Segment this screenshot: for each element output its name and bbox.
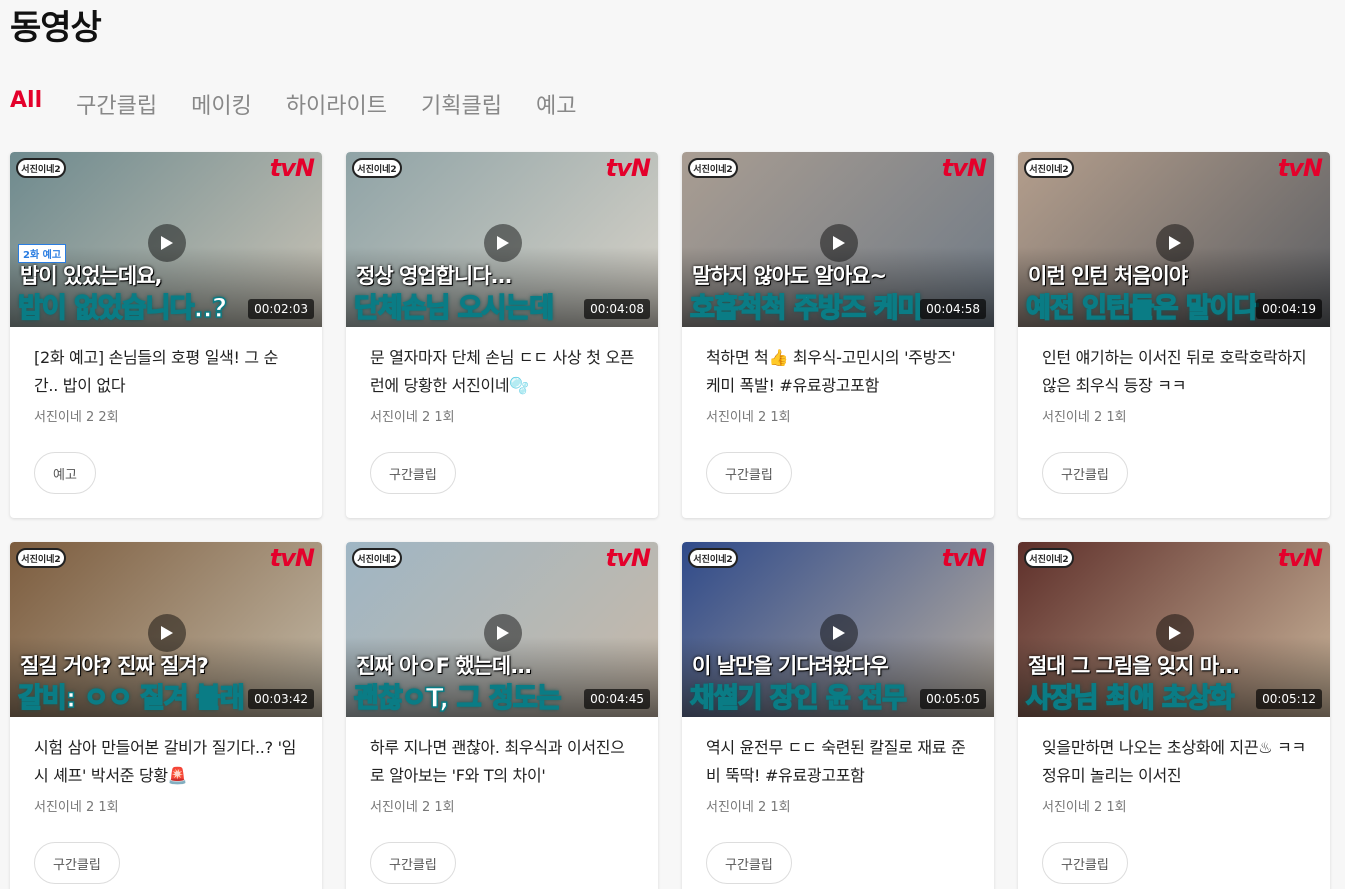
caption-line-2: 호흡척척 주방즈 케미 [689, 292, 923, 325]
tab-4[interactable]: 기획클립 [421, 88, 502, 120]
play-icon [833, 236, 845, 250]
show-logo: 서진이네2 [1024, 158, 1074, 178]
video-duration: 00:04:58 [920, 299, 986, 319]
video-grid: 서진이네2 tvN 2화 예고 밥이 있었는데요, 밥이 없었습니다..? 00… [10, 152, 1330, 889]
caption-line-2: 단체손님 오시는데 [353, 292, 555, 325]
caption-line-2: 괜찮ㅇT, 그 정도는 [353, 682, 562, 715]
video-episode: 서진이네 2 1회 [370, 410, 455, 425]
play-button[interactable] [484, 614, 522, 652]
video-duration: 00:03:42 [248, 689, 314, 709]
page-title: 동영상 [10, 8, 102, 48]
video-title[interactable]: 잊을만하면 나오는 초상화에 지끈♨ ㅋㅋ 정유미 놀리는 이서진 [1042, 734, 1310, 790]
caption-line-2: 예전 인턴들은 말이다 [1025, 292, 1259, 325]
tvn-logo: tvN [941, 154, 987, 182]
video-thumbnail[interactable]: 서진이네2 tvN 절대 그 그림을 잊지 마... 사장님 최애 초상화 00… [1018, 542, 1330, 717]
play-button[interactable] [820, 224, 858, 262]
video-title[interactable]: 역시 윤전무 ㄷㄷ 숙련된 칼질로 재료 준비 뚝딱! #유료광고포함 [706, 734, 974, 790]
video-episode: 서진이네 2 1회 [370, 800, 455, 815]
video-page: 동영상 All 구간클립 메이킹 하이라이트 기획클립 예고 서진이네2 tvN 2화 예… [0, 0, 1345, 889]
video-thumbnail[interactable]: 서진이네2 tvN 말하지 않아도 알아요~ 호흡척척 주방즈 케미 00:04… [682, 152, 994, 327]
video-episode: 서진이네 2 1회 [706, 800, 791, 815]
video-card[interactable]: 서진이네2 tvN 진짜 아ㅇF 했는데... 괜찮ㅇT, 그 정도는 00:0… [346, 542, 658, 889]
play-button[interactable] [1156, 224, 1194, 262]
category-chip[interactable]: 구간클립 [706, 452, 792, 494]
category-chip[interactable]: 구간클립 [1042, 842, 1128, 884]
category-tabs: All 구간클립 메이킹 하이라이트 기획클립 예고 [10, 88, 610, 120]
video-episode: 서진이네 2 2회 [34, 410, 119, 425]
video-card[interactable]: 서진이네2 tvN 이런 인턴 처음이야 예전 인턴들은 말이다 00:04:1… [1018, 152, 1330, 518]
show-logo: 서진이네2 [352, 158, 402, 178]
tvn-logo: tvN [941, 544, 987, 572]
caption-line-2: 사장님 최애 초상화 [1025, 682, 1235, 715]
play-icon [161, 626, 173, 640]
video-title[interactable]: 하루 지나면 괜찮아. 최우식과 이서진으로 알아보는 'F와 T의 차이' [370, 734, 638, 790]
video-episode: 서진이네 2 1회 [706, 410, 791, 425]
video-thumbnail[interactable]: 서진이네2 tvN 2화 예고 밥이 있었는데요, 밥이 없었습니다..? 00… [10, 152, 322, 327]
category-chip[interactable]: 구간클립 [1042, 452, 1128, 494]
show-logo: 서진이네2 [688, 548, 738, 568]
video-duration: 00:02:03 [248, 299, 314, 319]
tvn-logo: tvN [1277, 544, 1323, 572]
play-button[interactable] [148, 224, 186, 262]
video-duration: 00:04:08 [584, 299, 650, 319]
tab-1[interactable]: 구간클립 [76, 88, 157, 120]
video-episode: 서진이네 2 1회 [1042, 410, 1127, 425]
video-thumbnail[interactable]: 서진이네2 tvN 진짜 아ㅇF 했는데... 괜찮ㅇT, 그 정도는 00:0… [346, 542, 658, 717]
video-title[interactable]: 시험 삼아 만들어본 갈비가 질기다..? '임시 셰프' 박서준 당황🚨 [34, 734, 302, 790]
video-card[interactable]: 서진이네2 tvN 2화 예고 밥이 있었는데요, 밥이 없었습니다..? 00… [10, 152, 322, 518]
tvn-logo: tvN [605, 544, 651, 572]
video-title[interactable]: [2화 예고] 손님들의 호평 일색! 그 순간.. 밥이 없다 [34, 344, 302, 400]
play-icon [1169, 236, 1181, 250]
caption-line-2: 채썰기 장인 윤 전무 [689, 682, 907, 715]
tvn-logo: tvN [1277, 154, 1323, 182]
show-logo: 서진이네2 [352, 548, 402, 568]
tvn-logo: tvN [605, 154, 651, 182]
caption-line-2: 갈비: ㅇㅇ 질겨 볼래 [17, 682, 245, 715]
play-icon [833, 626, 845, 640]
tvn-logo: tvN [269, 544, 315, 572]
category-chip[interactable]: 구간클립 [706, 842, 792, 884]
tab-2[interactable]: 메이킹 [191, 88, 252, 120]
caption-line-2: 밥이 없었습니다..? [17, 292, 228, 325]
video-card[interactable]: 서진이네2 tvN 이 날만을 기다려왔다우 채썰기 장인 윤 전무 00:05… [682, 542, 994, 889]
category-chip[interactable]: 구간클립 [370, 842, 456, 884]
play-icon [497, 236, 509, 250]
play-button[interactable] [148, 614, 186, 652]
category-chip[interactable]: 예고 [34, 452, 96, 494]
video-duration: 00:05:05 [920, 689, 986, 709]
video-card[interactable]: 서진이네2 tvN 말하지 않아도 알아요~ 호흡척척 주방즈 케미 00:04… [682, 152, 994, 518]
video-duration: 00:04:45 [584, 689, 650, 709]
tab-3[interactable]: 하이라이트 [286, 88, 387, 120]
play-icon [1169, 626, 1181, 640]
video-card[interactable]: 서진이네2 tvN 질길 거야? 진짜 질겨? 갈비: ㅇㅇ 질겨 볼래 00:… [10, 542, 322, 889]
video-thumbnail[interactable]: 서진이네2 tvN 이 날만을 기다려왔다우 채썰기 장인 윤 전무 00:05… [682, 542, 994, 717]
video-thumbnail[interactable]: 서진이네2 tvN 정상 영업합니다... 단체손님 오시는데 00:04:08 [346, 152, 658, 327]
play-button[interactable] [820, 614, 858, 652]
play-button[interactable] [484, 224, 522, 262]
video-episode: 서진이네 2 1회 [1042, 800, 1127, 815]
video-episode: 서진이네 2 1회 [34, 800, 119, 815]
video-duration: 00:05:12 [1256, 689, 1322, 709]
video-card[interactable]: 서진이네2 tvN 정상 영업합니다... 단체손님 오시는데 00:04:08… [346, 152, 658, 518]
video-title[interactable]: 문 열자마자 단체 손님 ㄷㄷ 사상 첫 오픈런에 당황한 서진이네🫧 [370, 344, 638, 400]
show-logo: 서진이네2 [688, 158, 738, 178]
video-card[interactable]: 서진이네2 tvN 절대 그 그림을 잊지 마... 사장님 최애 초상화 00… [1018, 542, 1330, 889]
video-thumbnail[interactable]: 서진이네2 tvN 질길 거야? 진짜 질겨? 갈비: ㅇㅇ 질겨 볼래 00:… [10, 542, 322, 717]
video-title[interactable]: 인턴 얘기하는 이서진 뒤로 호락호락하지 않은 최우식 등장 ㅋㅋ [1042, 344, 1310, 400]
category-chip[interactable]: 구간클립 [370, 452, 456, 494]
play-button[interactable] [1156, 614, 1194, 652]
video-thumbnail[interactable]: 서진이네2 tvN 이런 인턴 처음이야 예전 인턴들은 말이다 00:04:1… [1018, 152, 1330, 327]
category-chip[interactable]: 구간클립 [34, 842, 120, 884]
show-logo: 서진이네2 [1024, 548, 1074, 568]
video-title[interactable]: 척하면 척👍 최우식-고민시의 '주방즈' 케미 폭발! #유료광고포함 [706, 344, 974, 400]
show-logo: 서진이네2 [16, 158, 66, 178]
play-icon [497, 626, 509, 640]
show-logo: 서진이네2 [16, 548, 66, 568]
video-duration: 00:04:19 [1256, 299, 1322, 319]
tvn-logo: tvN [269, 154, 315, 182]
play-icon [161, 236, 173, 250]
tab-0[interactable]: All [10, 88, 42, 120]
tab-5[interactable]: 예고 [536, 88, 576, 120]
